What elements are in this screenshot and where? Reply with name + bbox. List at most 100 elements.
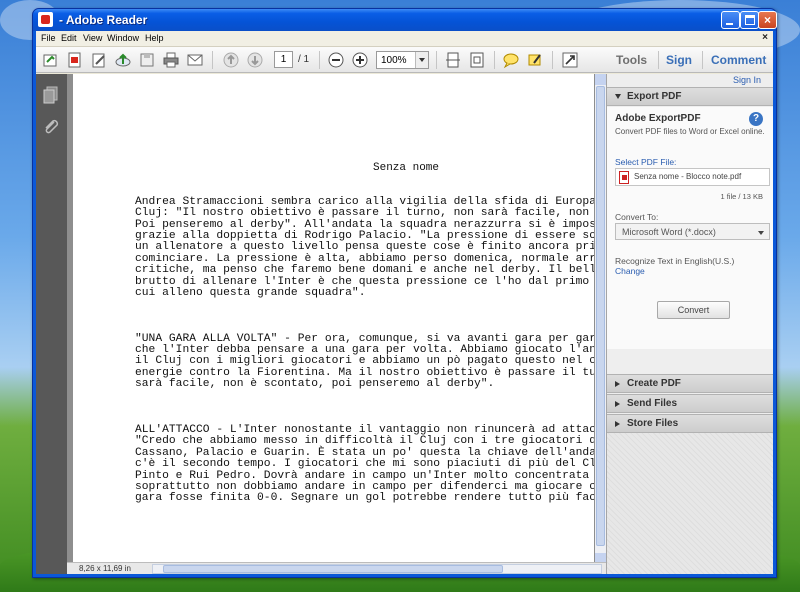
highlight-icon[interactable]	[525, 50, 545, 70]
section-label: Store Files	[627, 418, 679, 429]
sign-tab[interactable]: Sign	[666, 53, 692, 67]
navigation-pane	[36, 74, 67, 574]
text-line: un allenatore a questo livello pensa que…	[135, 241, 594, 254]
email-icon[interactable]	[185, 50, 205, 70]
maximize-button[interactable]	[740, 11, 759, 29]
menu-view[interactable]: View	[83, 33, 102, 43]
text-line: Cluj: "Il nostro obiettivo è passare il …	[135, 207, 590, 220]
document-body: Andrea Stramaccioni sembra carico alla v…	[135, 174, 594, 539]
text-line: sarà facile, non è scontato, poi pensere…	[135, 378, 495, 391]
create-pdf-icon[interactable]	[65, 50, 85, 70]
print-icon[interactable]	[161, 50, 181, 70]
change-language-link[interactable]: Change	[615, 266, 645, 276]
attachment-icon[interactable]	[42, 118, 60, 136]
scroll-thumb[interactable]	[596, 86, 605, 546]
zoom-select[interactable]: 100%	[376, 51, 429, 69]
menu-file[interactable]: File	[41, 33, 56, 43]
export-description: Convert PDF files to Word or Excel onlin…	[615, 127, 765, 136]
save-icon[interactable]	[137, 50, 157, 70]
window-client: File Edit View Window Help × 1 / 1 100% …	[36, 31, 773, 574]
panel-empty-area	[607, 433, 773, 574]
store-files-header[interactable]: Store Files	[607, 414, 773, 433]
export-pdf-header[interactable]: Export PDF	[607, 87, 773, 106]
text-line: c'è il secondo tempo. I giocatori che mi…	[135, 458, 594, 471]
section-label: Create PDF	[627, 378, 681, 389]
text-line: "UNA GARA ALLA VOLTA" - Per ora, comunqu…	[135, 332, 594, 345]
convert-format-value: Microsoft Word (*.docx)	[622, 227, 716, 237]
text-line: che l'Inter debba pensare a una gara per…	[135, 344, 594, 357]
maximize-icon	[745, 15, 755, 25]
menu-edit[interactable]: Edit	[61, 33, 77, 43]
previous-page-icon[interactable]	[221, 50, 241, 70]
help-icon[interactable]: ?	[749, 112, 763, 126]
minimize-icon	[726, 23, 733, 25]
scroll-up-icon[interactable]	[595, 74, 606, 85]
expand-icon[interactable]	[560, 50, 580, 70]
paragraph-2: "UNA GARA ALLA VOLTA" - Per ora, comunqu…	[135, 332, 594, 391]
export-pdf-body: Adobe ExportPDF Convert PDF files to Wor…	[607, 107, 773, 349]
chevron-right-icon	[615, 381, 620, 387]
scroll-thumb[interactable]	[163, 565, 503, 573]
horizontal-scrollbar[interactable]	[152, 564, 602, 574]
chevron-down-icon	[758, 231, 764, 235]
document-title: Senza nome	[373, 162, 440, 174]
select-file-label[interactable]: Select PDF File:	[615, 157, 676, 167]
text-line: il Cluj con i migliori giocatori e abbia…	[135, 355, 594, 368]
send-files-header[interactable]: Send Files	[607, 394, 773, 413]
tools-tab[interactable]: Tools	[616, 53, 647, 67]
toolbar-separator	[552, 51, 553, 69]
pages-icon[interactable]	[42, 86, 60, 104]
text-line: critiche, ma penso che faremo bene doman…	[135, 264, 594, 277]
export-title: Adobe ExportPDF	[615, 113, 701, 124]
toolbar: 1 / 1 100% Tools Sign Comment	[36, 47, 773, 73]
zoom-out-icon[interactable]	[326, 50, 346, 70]
text-line: Andrea Stramaccioni sembra carico alla v…	[135, 195, 594, 208]
next-page-icon[interactable]	[245, 50, 265, 70]
text-line: cui alleno questa grande squadra".	[135, 287, 366, 300]
toolbar-separator	[436, 51, 437, 69]
minimize-button[interactable]	[721, 11, 740, 29]
document-page[interactable]: Senza nome Andrea Stramaccioni sembra ca…	[73, 74, 594, 564]
convert-to-label: Convert To:	[615, 212, 659, 222]
menu-window[interactable]: Window	[107, 33, 139, 43]
convert-format-select[interactable]: Microsoft Word (*.docx)	[615, 223, 770, 240]
convert-button[interactable]: Convert	[657, 301, 730, 319]
edit-icon[interactable]	[89, 50, 109, 70]
pdf-file-icon	[619, 171, 629, 184]
vertical-scrollbar[interactable]	[595, 74, 606, 564]
fit-width-icon[interactable]	[467, 50, 487, 70]
comment-tab[interactable]: Comment	[711, 53, 766, 67]
close-document-button[interactable]: ×	[762, 32, 768, 43]
toolbar-separator	[702, 51, 703, 69]
open-icon[interactable]	[41, 50, 61, 70]
recognize-text-label: Recognize Text in English(U.S.)	[615, 256, 735, 266]
toolbar-separator	[319, 51, 320, 69]
chevron-down-icon	[615, 94, 621, 99]
close-button[interactable]: ×	[758, 11, 777, 29]
page-total: / 1	[298, 54, 310, 65]
upload-icon[interactable]	[113, 50, 133, 70]
menu-bar: File Edit View Window Help ×	[36, 31, 773, 47]
zoom-in-icon[interactable]	[350, 50, 370, 70]
create-pdf-header[interactable]: Create PDF	[607, 374, 773, 393]
text-line: gara fosse finita 0-0. Segnare un gol po…	[135, 492, 594, 505]
tools-panel: Sign In Export PDF Adobe ExportPDF Conve…	[606, 74, 773, 574]
sign-in-link[interactable]: Sign In	[733, 75, 761, 85]
chevron-right-icon	[615, 421, 620, 427]
comment-bubble-icon[interactable]	[501, 50, 521, 70]
toolbar-separator	[212, 51, 213, 69]
zoom-value: 100%	[381, 55, 407, 66]
title-bar[interactable]: - Adobe Reader ×	[33, 9, 777, 31]
chevron-right-icon	[615, 401, 620, 407]
text-line: "Credo che abbiamo messo in difficoltà i…	[135, 435, 594, 448]
section-label: Export PDF	[627, 91, 682, 102]
page-number-input[interactable]: 1	[274, 51, 293, 68]
paragraph-3: ALL'ATTACCO - L'Inter nonostante il vant…	[135, 424, 594, 505]
chevron-down-icon[interactable]	[415, 52, 428, 68]
adobe-reader-icon	[38, 12, 53, 27]
section-label: Send Files	[627, 398, 678, 409]
selected-file-field[interactable]: Senza nome - Blocco note.pdf	[615, 168, 770, 186]
menu-help[interactable]: Help	[145, 33, 164, 43]
fit-page-icon[interactable]	[443, 50, 463, 70]
text-line: Cassano, Palacio e Guarin. È stata un po…	[135, 446, 594, 459]
